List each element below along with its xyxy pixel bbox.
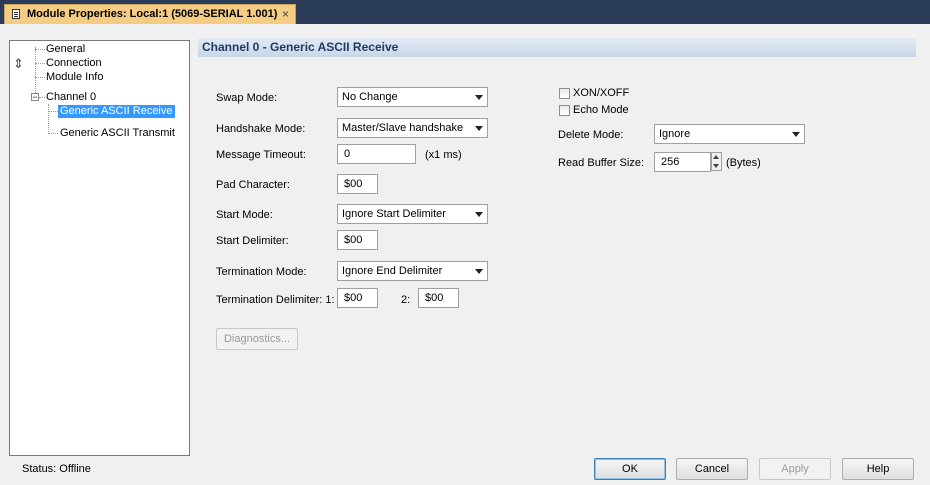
collapse-icon[interactable]: − [31, 93, 39, 102]
apply-button[interactable]: Apply [759, 458, 831, 480]
tree-connector [35, 49, 45, 50]
tree-connector [35, 77, 45, 78]
delete-mode-value: Ignore [659, 128, 691, 140]
tab-title: Module Properties: Local:1 (5069-SERIAL … [27, 8, 278, 20]
tree-connector [35, 63, 45, 64]
delete-mode-select[interactable]: Ignore [654, 124, 805, 144]
help-button[interactable]: Help [842, 458, 914, 480]
termination-delimiter-1-field[interactable]: $00 [337, 288, 378, 308]
message-timeout-unit: (x1 ms) [425, 149, 462, 161]
start-mode-select[interactable]: Ignore Start Delimiter [337, 204, 488, 224]
tree-connector [48, 111, 58, 112]
page-title: Channel 0 - Generic ASCII Receive [202, 40, 399, 54]
tree-item-general[interactable]: General [46, 43, 85, 56]
termination-mode-select[interactable]: Ignore End Delimiter [337, 261, 488, 281]
document-icon [12, 9, 20, 19]
tree-connector [48, 133, 58, 134]
swap-mode-value: No Change [342, 91, 398, 103]
message-timeout-value: 0 [344, 148, 351, 160]
start-delimiter-value: $00 [344, 234, 363, 246]
xon-xoff-label: XON/XOFF [573, 87, 630, 99]
close-icon[interactable]: × [282, 7, 289, 21]
swap-mode-select[interactable]: No Change [337, 87, 488, 107]
tree-item-generic-ascii-transmit[interactable]: Generic ASCII Transmit [60, 127, 175, 140]
pad-character-value: $00 [344, 178, 363, 190]
chevron-down-icon [475, 95, 483, 100]
tree-item-connection[interactable]: Connection [46, 57, 102, 70]
status-text: Status: Offline [22, 463, 91, 475]
termination-delimiter-label: Termination Delimiter: 1: [216, 294, 335, 306]
tree-item-generic-ascii-receive[interactable]: Generic ASCII Receive [58, 105, 175, 118]
termination-delimiter-1-value: $00 [344, 292, 363, 304]
termination-mode-value: Ignore End Delimiter [342, 265, 443, 277]
tree-connector [35, 47, 36, 93]
echo-mode-label: Echo Mode [573, 104, 629, 116]
tab-strip: Module Properties: Local:1 (5069-SERIAL … [0, 0, 930, 24]
read-buffer-size-field[interactable]: 256 [654, 152, 711, 172]
tree-connector [48, 104, 49, 134]
pad-character-field[interactable]: $00 [337, 174, 378, 194]
chevron-down-icon [792, 132, 800, 137]
handshake-mode-value: Master/Slave handshake [342, 122, 464, 134]
chevron-down-icon [475, 212, 483, 217]
read-buffer-size-value: 256 [661, 156, 680, 168]
spin-down-icon[interactable] [713, 164, 719, 168]
section-header: Channel 0 - Generic ASCII Receive [198, 38, 916, 57]
spin-up-icon[interactable] [713, 155, 719, 159]
termination-mode-label: Termination Mode: [216, 266, 307, 278]
chevron-down-icon [475, 269, 483, 274]
termination-delimiter-2-label: 2: [401, 294, 411, 306]
read-buffer-size-unit: (Bytes) [726, 157, 761, 169]
xon-xoff-checkbox[interactable] [559, 88, 570, 99]
scroll-updown-icon[interactable]: ⇕ [13, 56, 24, 72]
delete-mode-label: Delete Mode: [558, 129, 624, 141]
termination-delimiter-2-value: $00 [425, 292, 444, 304]
message-timeout-field[interactable]: 0 [337, 144, 416, 164]
echo-mode-checkbox[interactable] [559, 105, 570, 116]
dialog-body: ⇕ General Connection Module Info − Chann… [0, 24, 930, 485]
tree-item-channel-0[interactable]: Channel 0 [46, 91, 96, 104]
pad-character-label: Pad Character: [216, 179, 290, 191]
tree-item-module-info[interactable]: Module Info [46, 71, 103, 84]
category-tree: ⇕ General Connection Module Info − Chann… [9, 40, 190, 456]
swap-mode-label: Swap Mode: [216, 92, 278, 104]
start-delimiter-label: Start Delimiter: [216, 235, 289, 247]
read-buffer-size-label: Read Buffer Size: [558, 157, 645, 169]
cancel-button[interactable]: Cancel [676, 458, 748, 480]
start-mode-value: Ignore Start Delimiter [342, 208, 446, 220]
handshake-mode-label: Handshake Mode: [216, 123, 306, 135]
diagnostics-button[interactable]: Diagnostics... [216, 328, 298, 350]
chevron-down-icon [475, 126, 483, 131]
ok-button[interactable]: OK [594, 458, 666, 480]
start-delimiter-field[interactable]: $00 [337, 230, 378, 250]
termination-delimiter-2-field[interactable]: $00 [418, 288, 459, 308]
start-mode-label: Start Mode: [216, 209, 273, 221]
read-buffer-size-spinner[interactable] [711, 152, 722, 171]
handshake-mode-select[interactable]: Master/Slave handshake [337, 118, 488, 138]
message-timeout-label: Message Timeout: [216, 149, 306, 161]
tab-module-properties[interactable]: Module Properties: Local:1 (5069-SERIAL … [4, 4, 296, 24]
tree-connector [39, 97, 45, 98]
